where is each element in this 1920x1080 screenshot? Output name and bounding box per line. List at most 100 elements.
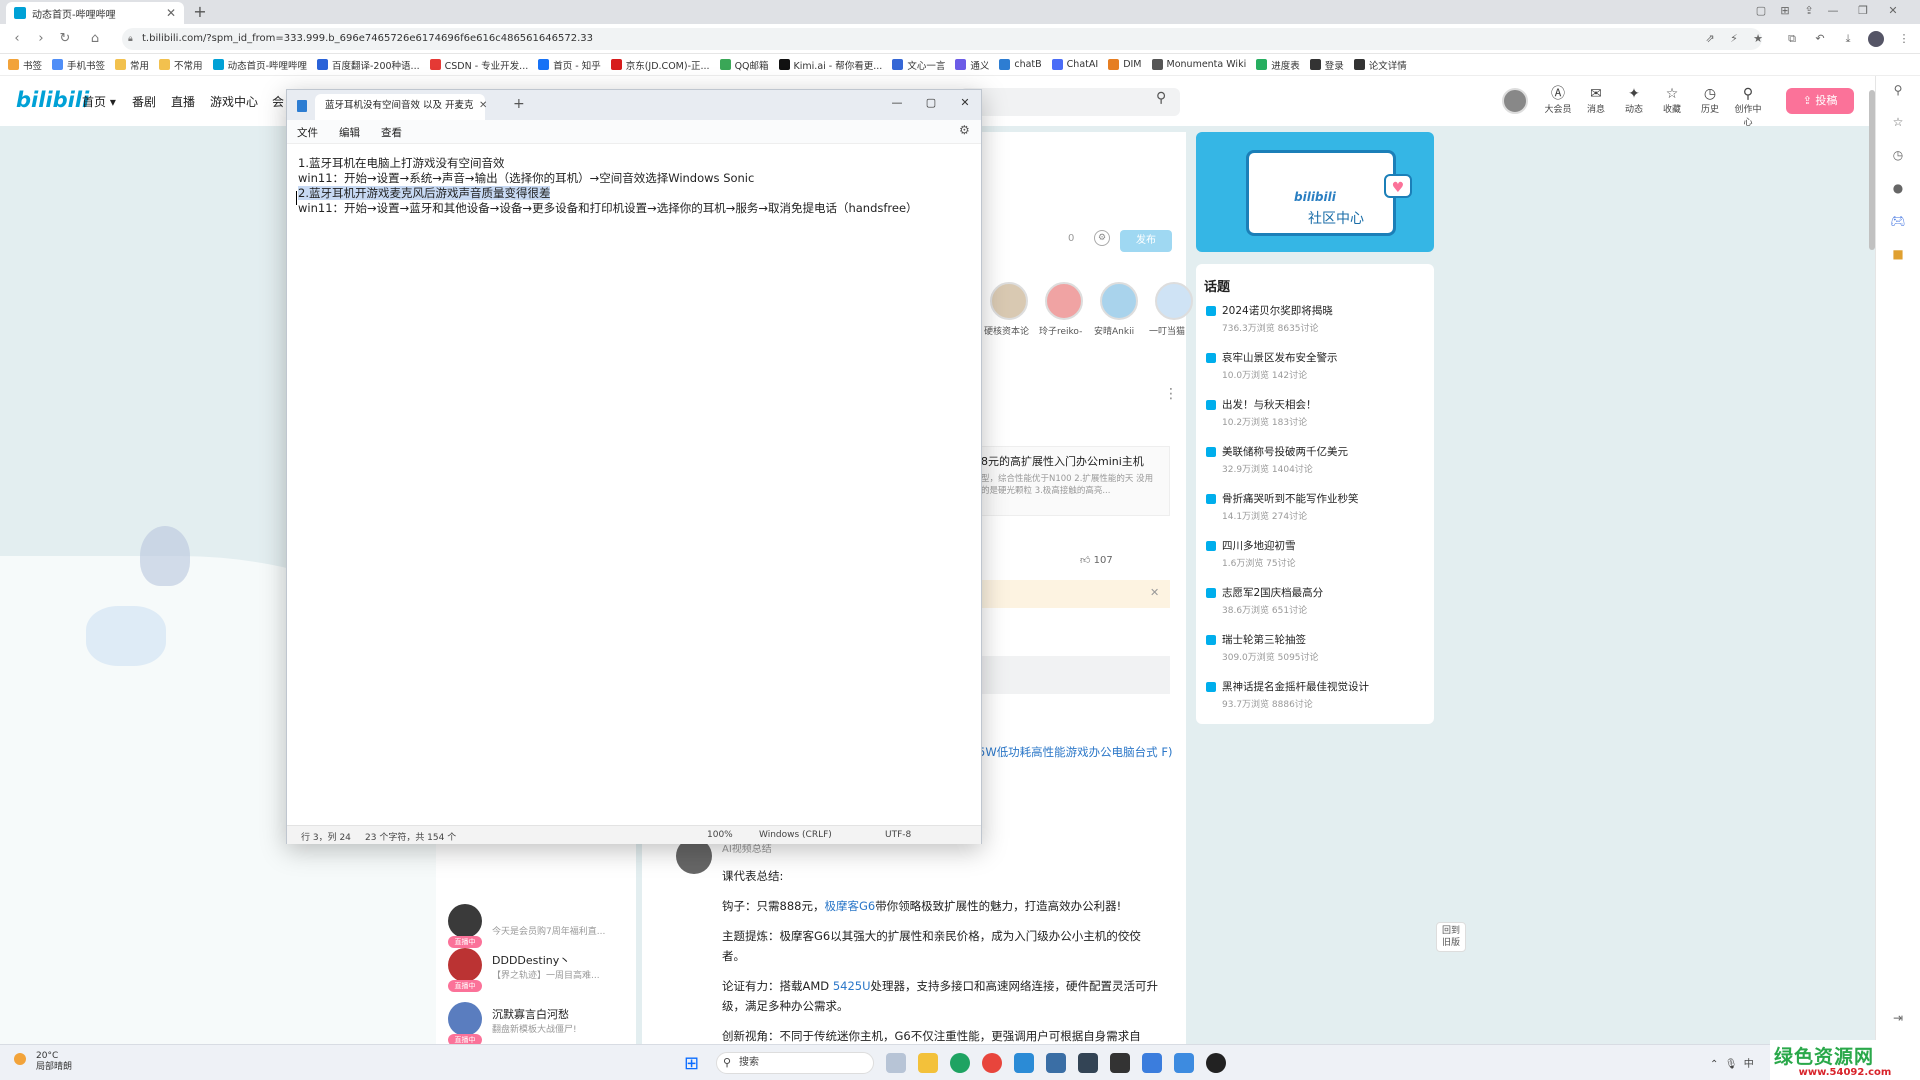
pin-icon[interactable]: ⇪ <box>1800 3 1818 19</box>
more-menu-icon[interactable]: ⋮ <box>1896 31 1912 47</box>
menu-edit[interactable]: 编辑 <box>339 125 360 140</box>
bookmark-item[interactable]: 京东(JD.COM)-正... <box>610 58 710 72</box>
up-avatar[interactable] <box>1155 282 1193 320</box>
up-name[interactable]: 安晴Ankii <box>1094 324 1134 337</box>
search-icon[interactable]: ⚲ <box>1156 90 1166 106</box>
home-icon[interactable]: ⌂ <box>86 30 104 48</box>
user-avatar[interactable] <box>1502 88 1528 114</box>
topic-item[interactable]: 出发！与秋天相会！ 10.2万浏览 183讨论 <box>1204 397 1426 444</box>
minimize-icon[interactable]: — <box>887 96 907 112</box>
bookmark-item[interactable]: 论文详情 <box>1353 58 1407 72</box>
qq-icon[interactable] <box>1206 1053 1226 1073</box>
lightning-icon[interactable]: ⚡︎ <box>1726 31 1742 47</box>
close-tab-icon[interactable]: ✕ <box>166 6 176 20</box>
bookmark-item[interactable]: ChatAI <box>1051 59 1098 70</box>
app-icon[interactable] <box>1078 1053 1098 1073</box>
bookmark-item[interactable]: 首页 - 知乎 <box>538 58 601 72</box>
menu-view[interactable]: 查看 <box>381 125 402 140</box>
bookmark-item[interactable]: 登录 <box>1309 58 1344 72</box>
forward-icon[interactable]: › <box>32 30 50 48</box>
close-notice-icon[interactable]: ✕ <box>1150 586 1159 599</box>
publish-button[interactable]: 发布 <box>1120 230 1172 252</box>
undo-icon[interactable]: ↶ <box>1812 31 1828 47</box>
bookmark-item[interactable]: Kimi.ai - 帮你看更... <box>778 58 882 72</box>
bookmark-item[interactable]: 不常用 <box>159 58 203 72</box>
line-ending[interactable]: Windows (CRLF) <box>759 830 832 840</box>
video-link[interactable]: 5W低功耗高性能游戏办公电脑台式 F) <box>978 742 1178 762</box>
settings-gear-icon[interactable]: ⚙ <box>959 123 970 137</box>
topic-item[interactable]: 骨折痛哭听到不能写作业秒笑 14.1万浏览 274讨论 <box>1204 491 1426 538</box>
browser-tab-active[interactable]: 动态首页-哔哩哔哩 ✕ <box>6 2 184 24</box>
bookmark-item[interactable]: 书签 <box>8 58 42 72</box>
file-explorer-icon[interactable] <box>918 1053 938 1073</box>
new-tab-button[interactable]: + <box>513 96 525 112</box>
remote-icon[interactable] <box>1142 1053 1162 1073</box>
bookmark-star-icon[interactable]: ★ <box>1750 31 1766 47</box>
taskbar-search[interactable]: ⚲ 搜索 <box>716 1052 874 1074</box>
bookmark-item[interactable]: 手机书签 <box>52 58 105 72</box>
editor-app-icon[interactable] <box>1110 1053 1130 1073</box>
menu-file[interactable]: 文件 <box>297 125 318 140</box>
text-editor[interactable]: 1.蓝牙耳机在电脑上打游戏没有空间音效 win11：开始→设置→系统→声音→输出… <box>287 144 981 812</box>
notepad-tab[interactable]: 蓝牙耳机没有空间音效 以及 开麦克 <box>315 94 485 120</box>
store-icon[interactable] <box>1046 1053 1066 1073</box>
profile-avatar-icon[interactable] <box>1868 31 1884 47</box>
community-center-banner[interactable]: bilibili 社区中心 ♥ <box>1196 132 1434 252</box>
bookmark-item[interactable]: 文心一言 <box>892 58 945 72</box>
minimize-browser-icon[interactable]: — <box>1824 3 1842 19</box>
weather-widget[interactable]: 20°C 局部晴朗 <box>14 1051 72 1073</box>
bookmark-item[interactable]: 进度表 <box>1256 58 1300 72</box>
up-avatar[interactable] <box>1100 282 1138 320</box>
maximize-icon[interactable]: ▢ <box>921 96 941 112</box>
topic-item[interactable]: 瑞士轮第三轮抽签 309.0万浏览 5095讨论 <box>1204 632 1426 679</box>
sidebar-star-icon[interactable]: ☆ <box>1888 112 1908 132</box>
nav-live[interactable]: 直播 <box>171 93 195 110</box>
task-view-icon[interactable] <box>886 1053 906 1073</box>
close-window-icon[interactable]: ✕ <box>955 96 975 112</box>
topic-item[interactable]: 黑神话提名金摇杆最佳视觉设计 93.7万浏览 8886讨论 <box>1204 679 1426 726</box>
bookmark-item[interactable]: QQ邮箱 <box>719 58 769 72</box>
tab-search-icon[interactable]: ▢ <box>1752 3 1770 19</box>
nav-more[interactable]: 会 <box>272 93 284 110</box>
cpu-link[interactable]: 5425U <box>833 979 871 993</box>
like-count[interactable]: 👍︎ 107 <box>1080 554 1113 566</box>
restore-browser-icon[interactable]: ❐ <box>1854 3 1872 19</box>
sidebar-bot-icon[interactable]: ● <box>1888 178 1908 198</box>
reload-icon[interactable]: ↻ <box>56 30 74 48</box>
more-options-icon[interactable]: ⋮ <box>1164 386 1178 402</box>
header-star-button[interactable]: ☆ 收藏 <box>1656 86 1688 115</box>
bookmark-item[interactable]: chatB <box>999 59 1042 70</box>
topic-item[interactable]: 美联储称号投破两千亿美元 32.9万浏览 1404讨论 <box>1204 444 1426 491</box>
bookmark-item[interactable]: Monumenta Wiki <box>1151 59 1246 70</box>
sidebar-gift-icon[interactable]: ■ <box>1888 244 1908 264</box>
live-item[interactable]: 直播中 DDDDestiny丶 【界之轨迹】一周目高难... <box>446 946 636 998</box>
bookmark-item[interactable]: 动态首页-哔哩哔哩 <box>212 58 307 72</box>
share-icon[interactable]: ⇗ <box>1702 31 1718 47</box>
bookmark-item[interactable]: 百度翻译-200种语... <box>317 58 420 72</box>
sidebar-search-icon[interactable]: ⚲ <box>1888 80 1908 100</box>
header-message-button[interactable]: ✉ 消息 <box>1580 86 1612 115</box>
header-dynamic-button[interactable]: ✦ 动态 <box>1618 86 1650 115</box>
bookmark-item[interactable]: DIM <box>1108 59 1142 70</box>
notepad-taskbar-icon[interactable] <box>1174 1053 1194 1073</box>
nav-game-center[interactable]: 游戏中心 <box>210 93 258 110</box>
sidebar-history-icon[interactable]: ◷ <box>1888 145 1908 165</box>
topic-item[interactable]: 2024诺贝尔奖即将揭晓 736.3万浏览 8635讨论 <box>1204 303 1426 350</box>
edge-icon[interactable] <box>950 1053 970 1073</box>
nav-anime[interactable]: 番剧 <box>132 93 156 110</box>
browser-icon[interactable] <box>1014 1053 1034 1073</box>
bookmark-item[interactable]: 通义 <box>955 58 989 72</box>
system-tray[interactable]: ⌃ 🎙︎ 中 <box>1710 1055 1754 1070</box>
up-name[interactable]: 一叮当猫 <box>1149 324 1185 337</box>
close-browser-icon[interactable]: ✕ <box>1884 3 1902 19</box>
old-version-button[interactable]: 回到 旧版 <box>1436 922 1466 952</box>
chrome-icon[interactable] <box>982 1053 1002 1073</box>
nav-home[interactable]: 首页 ▾ <box>82 93 116 110</box>
live-item[interactable]: 直播中 沉默寡言白河愁 翻盘新模板大战僵尸! <box>446 1000 636 1044</box>
back-icon[interactable]: ‹ <box>8 30 26 48</box>
bookmark-item[interactable]: CSDN - 专业开发... <box>429 58 528 72</box>
up-name[interactable]: 硬核资本论 <box>984 324 1029 337</box>
close-tab-icon[interactable]: ✕ <box>479 100 487 111</box>
header-history-button[interactable]: ◷ 历史 <box>1694 86 1726 115</box>
topic-item[interactable]: 志愿军2国庆档最高分 38.6万浏览 651讨论 <box>1204 585 1426 632</box>
